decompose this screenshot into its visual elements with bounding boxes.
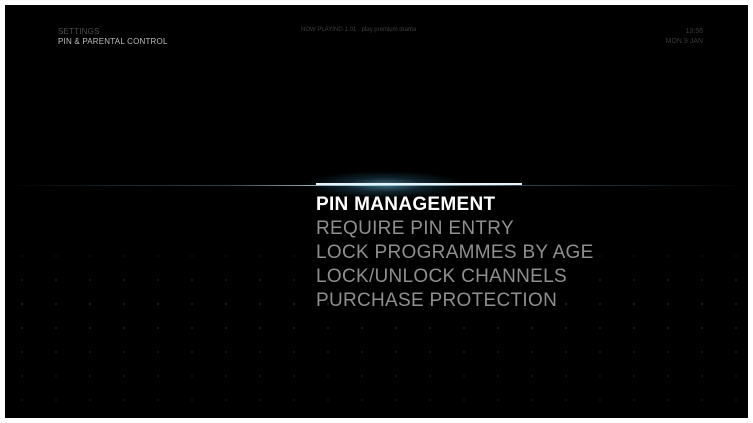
selection-indicator — [316, 183, 522, 185]
menu-item-pin-management[interactable]: PIN MANAGEMENT — [316, 193, 594, 217]
menu-item-lock-unlock-channels[interactable]: LOCK/UNLOCK CHANNELS — [316, 265, 594, 289]
menu-item-lock-programmes-by-age[interactable]: LOCK PROGRAMMES BY AGE — [316, 241, 594, 265]
clock-time: 13:56 — [685, 28, 703, 35]
breadcrumb-parent: SETTINGS — [58, 27, 100, 36]
menu-item-purchase-protection[interactable]: PURCHASE PROTECTION — [316, 289, 594, 313]
menu-item-require-pin-entry[interactable]: REQUIRE PIN ENTRY — [316, 217, 594, 241]
settings-menu: PIN MANAGEMENT REQUIRE PIN ENTRY LOCK PR… — [316, 193, 594, 313]
now-playing-label: NOW PLAYING 1.01 · play premium drama — [301, 27, 417, 33]
page-title: PIN & PARENTAL CONTROL — [58, 37, 168, 46]
clock-date: MON 9 JAN — [665, 38, 703, 45]
tv-settings-screen: SETTINGS PIN & PARENTAL CONTROL NOW PLAY… — [5, 5, 748, 418]
breadcrumb: SETTINGS PIN & PARENTAL CONTROL — [58, 27, 168, 47]
clock: 13:56 MON 9 JAN — [666, 27, 703, 47]
